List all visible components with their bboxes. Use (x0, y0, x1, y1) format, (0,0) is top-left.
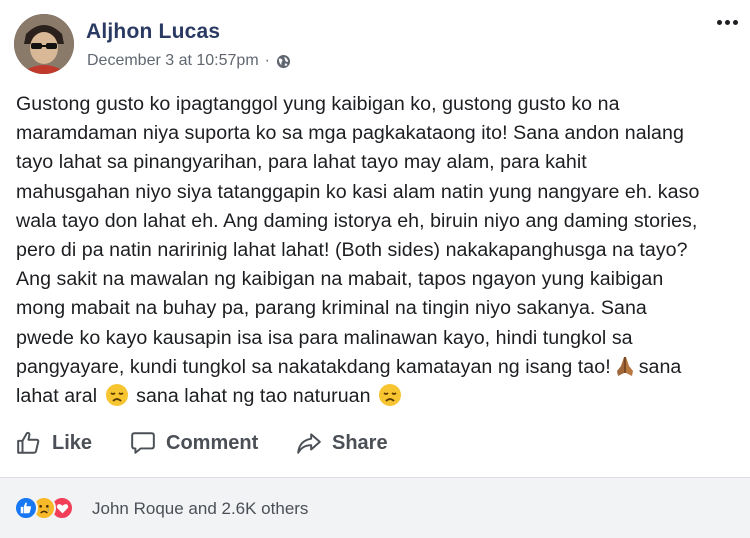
post-text-line: wala tayo don lahat eh. Ang daming istor… (16, 209, 698, 232)
globe-icon[interactable] (276, 54, 291, 69)
post-text-line: mong mabait na buhay pa, parang kriminal… (16, 297, 647, 320)
post-text-segment: sana lahat ng tao naturuan (136, 385, 371, 408)
post-text-line: Ang sakit na mawalan ng kaibigan na maba… (16, 268, 664, 291)
reactions-summary[interactable]: John Roque and 2.6K others (92, 499, 308, 519)
post-actions: Like Comment Share (0, 418, 750, 476)
share-label: Share (332, 431, 388, 454)
reaction-icons[interactable] (14, 496, 74, 520)
share-button[interactable]: Share (296, 430, 388, 456)
like-reaction-icon (14, 496, 38, 520)
folded-hands-emoji (613, 354, 637, 378)
post-text-line-11: lahat aral sana lahat ng tao naturuan (16, 382, 734, 411)
post-header: Aljhon Lucas December 3 at 10:57pm · (0, 0, 750, 90)
post-body: Gustong gusto ko ipagtanggol yung kaibig… (16, 90, 734, 411)
reactions-bar: John Roque and 2.6K others (0, 477, 750, 538)
like-label: Like (52, 431, 93, 454)
more-options-icon[interactable] (714, 12, 740, 32)
comment-button[interactable]: Comment (130, 430, 258, 456)
post-text-line: tayo lahat sa pinangyarihan, para lahat … (16, 151, 587, 174)
author-name[interactable]: Aljhon Lucas (86, 20, 220, 44)
post-text-line: mahusgahan niyo siya tatanggapin ko kasi… (16, 180, 700, 203)
meta-separator: · (264, 52, 270, 69)
post-meta: December 3 at 10:57pm · (87, 52, 291, 70)
post-text-line: Gustong gusto ko ipagtanggol yung kaibig… (16, 93, 620, 115)
post-text-line: maramdaman niya suporta ko sa mga pagkak… (16, 122, 684, 145)
disappointed-face-emoji (378, 383, 402, 407)
post-text-line: pero di pa natin naririnig lahat lahat! … (16, 239, 688, 262)
disappointed-face-emoji (105, 383, 129, 407)
comment-label: Comment (166, 431, 259, 454)
post-text-line-10: pangyayare, kundi tungkol sa nakatakdang… (16, 353, 734, 382)
avatar[interactable] (14, 14, 74, 74)
post-text-segment: sana (638, 355, 682, 378)
share-arrow-icon (296, 430, 322, 456)
post-text-segment: pangyayare, kundi tungkol sa nakatakdang… (16, 355, 611, 378)
comment-bubble-icon (130, 430, 156, 456)
post-timestamp[interactable]: December 3 at 10:57pm (87, 52, 259, 70)
thumbs-up-icon (16, 430, 42, 456)
post-text-line: pwede ko kayo kausapin isa isa para mali… (16, 326, 633, 349)
like-button[interactable]: Like (16, 430, 92, 456)
post-text-segment: lahat aral (16, 385, 98, 408)
